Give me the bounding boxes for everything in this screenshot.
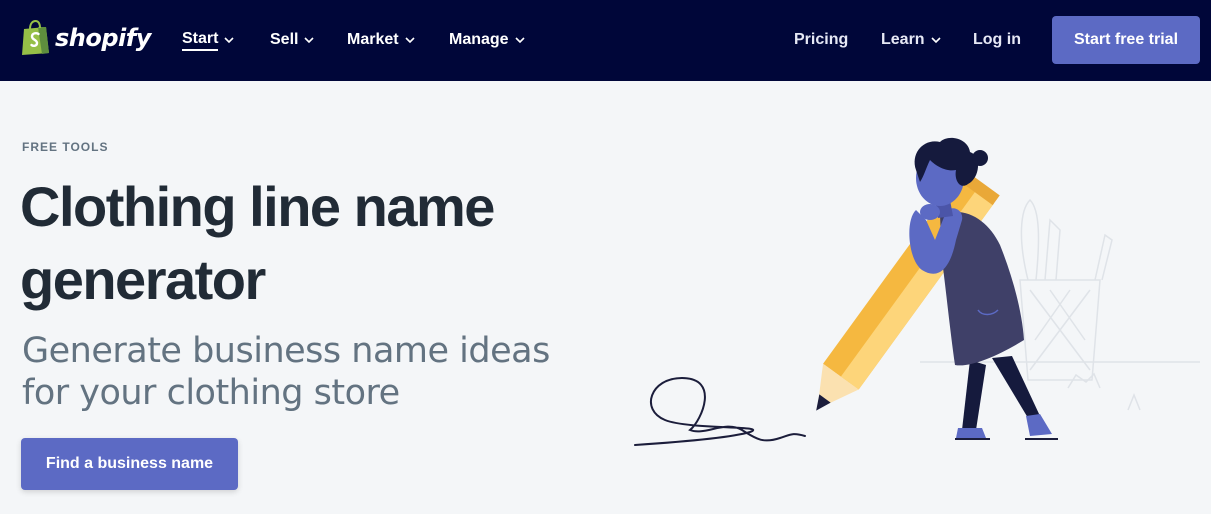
nav-item-label: Log in xyxy=(973,31,1021,48)
shopify-logo[interactable]: shopify xyxy=(20,20,151,55)
nav-item-login[interactable]: Log in xyxy=(973,28,1021,52)
nav-item-label: Manage xyxy=(449,31,509,48)
nav-item-sell[interactable]: Sell xyxy=(270,28,315,52)
page-title: Clothing line name generator xyxy=(20,175,495,311)
person-with-pencil-illustration xyxy=(634,137,1200,446)
nav-item-pricing[interactable]: Pricing xyxy=(794,28,848,52)
nav-item-label: Start xyxy=(182,30,219,51)
chevron-down-icon xyxy=(405,36,415,43)
chevron-down-icon xyxy=(224,36,235,43)
top-navigation-bar: shopify Start Sell Market Manage Pricing… xyxy=(0,0,1211,81)
nav-item-label: Pricing xyxy=(794,31,849,48)
eyebrow-label: FREE TOOLS xyxy=(22,140,109,154)
nav-item-manage[interactable]: Manage xyxy=(449,28,525,52)
nav-item-label: Sell xyxy=(270,31,299,48)
brand-name: shopify xyxy=(55,23,151,52)
page-subtitle: Generate business name ideas for your cl… xyxy=(22,331,550,413)
nav-item-label: Learn xyxy=(881,31,925,48)
start-free-trial-button[interactable]: Start free trial xyxy=(1052,16,1200,64)
shopping-bag-icon xyxy=(22,20,49,55)
nav-item-start[interactable]: Start xyxy=(182,28,235,52)
nav-item-label: Market xyxy=(347,31,399,48)
nav-item-learn[interactable]: Learn xyxy=(881,28,941,52)
chevron-down-icon xyxy=(304,36,315,43)
chevron-down-icon xyxy=(931,36,941,43)
chevron-down-icon xyxy=(515,36,525,43)
find-business-name-button[interactable]: Find a business name xyxy=(21,438,238,490)
nav-item-market[interactable]: Market xyxy=(347,28,415,52)
